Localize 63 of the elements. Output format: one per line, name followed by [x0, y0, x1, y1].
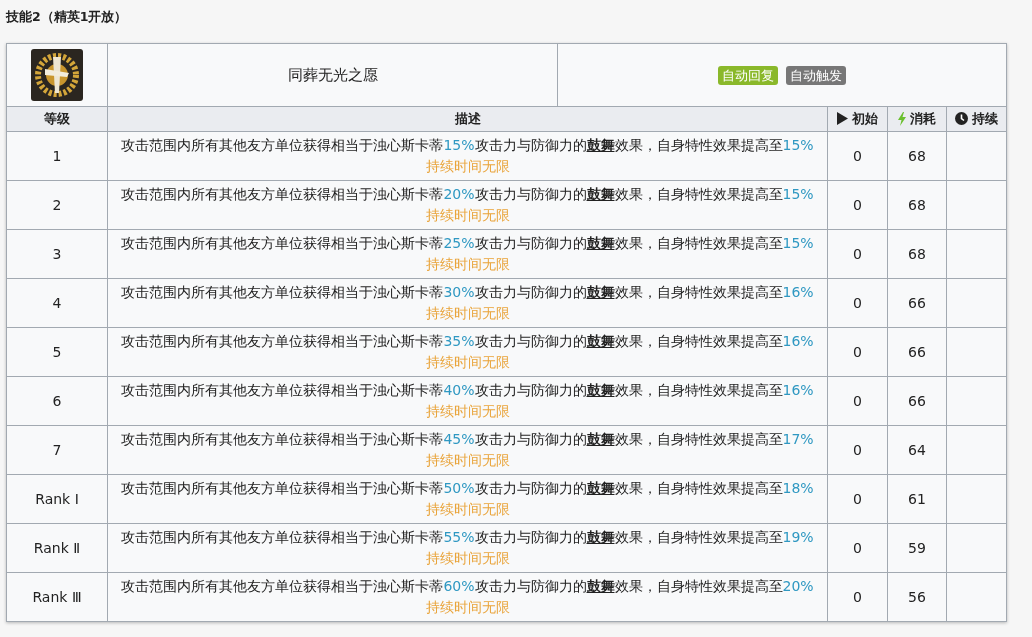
duration-note: 持续时间无限 — [425, 157, 510, 176]
initial-sp: 0 — [853, 393, 862, 409]
skill-icon — [31, 49, 83, 101]
sp-cost: 68 — [908, 148, 926, 164]
play-icon — [837, 112, 848, 126]
sp-cost: 59 — [908, 540, 926, 556]
sp-cost: 64 — [908, 442, 926, 458]
duration-note: 持续时间无限 — [425, 598, 510, 617]
initial-sp: 0 — [853, 246, 862, 262]
duration-note: 持续时间无限 — [425, 304, 510, 323]
skill-tag: 自动触发 — [786, 65, 846, 85]
initial-sp: 0 — [853, 589, 862, 605]
level-label: 6 — [52, 393, 62, 409]
initial-sp: 0 — [853, 148, 862, 164]
sp-cost: 66 — [908, 295, 926, 311]
skill-description: 攻击范围内所有其他友方单位获得相当于浊心斯卡蒂55%攻击力与防御力的鼓舞效果，自身特性效果提高至19% — [121, 528, 814, 547]
level-label: 2 — [52, 197, 62, 213]
column-header: 持续 — [972, 109, 998, 128]
sp-cost: 61 — [908, 491, 926, 507]
duration-note: 持续时间无限 — [425, 255, 510, 274]
level-label: Rank Ⅱ — [33, 540, 81, 556]
duration-note: 持续时间无限 — [425, 206, 510, 225]
skill-description: 攻击范围内所有其他友方单位获得相当于浊心斯卡蒂30%攻击力与防御力的鼓舞效果，自身特性效果提高至16% — [121, 283, 814, 302]
sp-cost: 68 — [908, 246, 926, 262]
duration-note: 持续时间无限 — [425, 353, 510, 372]
initial-sp: 0 — [853, 442, 862, 458]
initial-sp: 0 — [853, 295, 862, 311]
section-title: 技能2（精英1开放） — [6, 8, 128, 26]
initial-sp: 0 — [853, 344, 862, 360]
skill-name: 同葬无光之愿 — [287, 66, 378, 84]
lightning-icon — [898, 111, 906, 126]
skill-description: 攻击范围内所有其他友方单位获得相当于浊心斯卡蒂25%攻击力与防御力的鼓舞效果，自身特性效果提高至15% — [121, 234, 814, 253]
column-header: 等级 — [44, 110, 70, 128]
sp-cost: 68 — [908, 197, 926, 213]
duration-note: 持续时间无限 — [425, 500, 510, 519]
clock-icon — [955, 112, 968, 126]
level-label: 7 — [52, 442, 62, 458]
duration-note: 持续时间无限 — [425, 402, 510, 421]
level-label: Rank Ⅲ — [32, 589, 82, 605]
level-label: 1 — [52, 148, 62, 164]
column-header: 消耗 — [910, 109, 936, 128]
skill-description: 攻击范围内所有其他友方单位获得相当于浊心斯卡蒂35%攻击力与防御力的鼓舞效果，自身特性效果提高至16% — [121, 332, 814, 351]
skill-description: 攻击范围内所有其他友方单位获得相当于浊心斯卡蒂40%攻击力与防御力的鼓舞效果，自身特性效果提高至16% — [121, 381, 814, 400]
skill-description: 攻击范围内所有其他友方单位获得相当于浊心斯卡蒂20%攻击力与防御力的鼓舞效果，自身特性效果提高至15% — [121, 185, 814, 204]
sp-cost: 66 — [908, 393, 926, 409]
initial-sp: 0 — [853, 540, 862, 556]
skill-description: 攻击范围内所有其他友方单位获得相当于浊心斯卡蒂15%攻击力与防御力的鼓舞效果，自身特性效果提高至15% — [121, 136, 814, 155]
duration-note: 持续时间无限 — [425, 451, 510, 470]
skill-tag: 自动回复 — [718, 65, 778, 85]
skill-description: 攻击范围内所有其他友方单位获得相当于浊心斯卡蒂45%攻击力与防御力的鼓舞效果，自身特性效果提高至17% — [121, 430, 814, 449]
initial-sp: 0 — [853, 197, 862, 213]
level-label: 5 — [52, 344, 62, 360]
column-header: 描述 — [454, 110, 481, 128]
initial-sp: 0 — [853, 491, 862, 507]
duration-note: 持续时间无限 — [425, 549, 510, 568]
sp-cost: 66 — [908, 344, 926, 360]
level-label: Rank Ⅰ — [35, 491, 79, 507]
sp-cost: 56 — [908, 589, 926, 605]
level-label: 3 — [52, 246, 62, 262]
level-label: 4 — [52, 295, 62, 311]
skill-description: 攻击范围内所有其他友方单位获得相当于浊心斯卡蒂50%攻击力与防御力的鼓舞效果，自身特性效果提高至18% — [121, 479, 814, 498]
skill-description: 攻击范围内所有其他友方单位获得相当于浊心斯卡蒂60%攻击力与防御力的鼓舞效果，自身特性效果提高至20% — [121, 577, 814, 596]
column-header: 初始 — [852, 109, 878, 128]
